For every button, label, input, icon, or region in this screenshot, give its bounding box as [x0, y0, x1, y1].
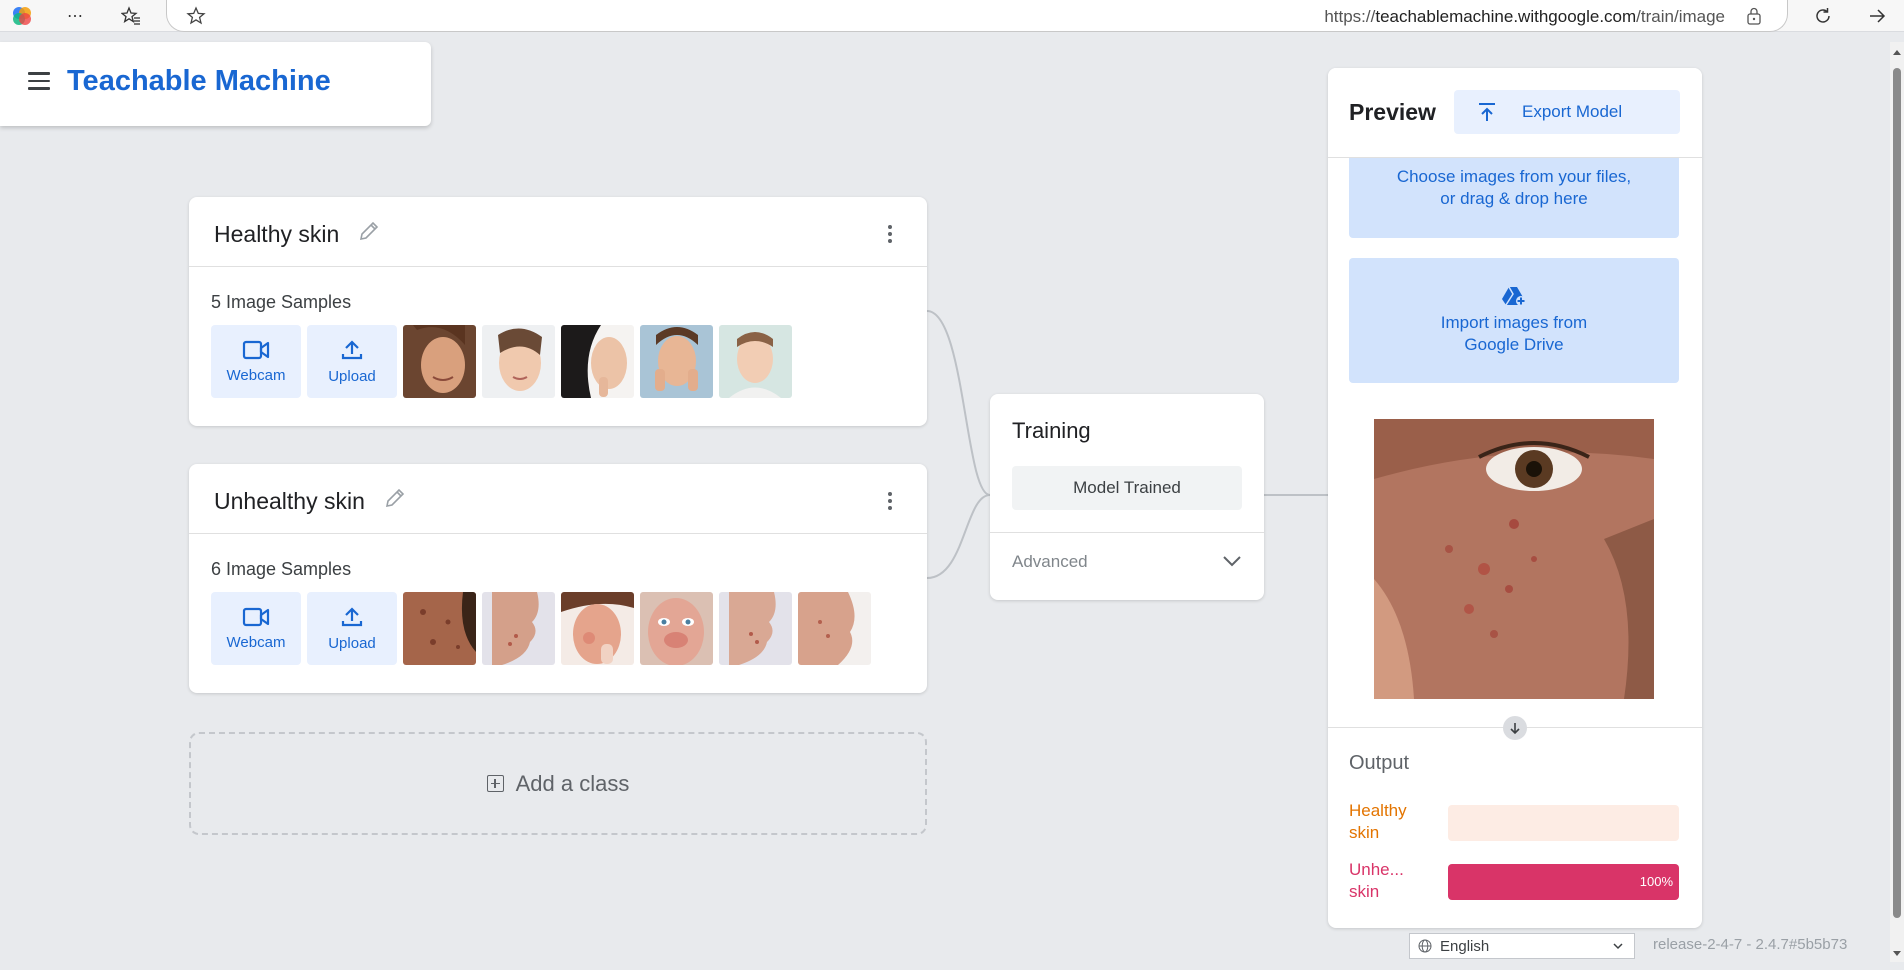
sample-thumbnail[interactable]: [561, 325, 634, 398]
sample-thumbnail[interactable]: [482, 592, 555, 665]
sample-thumbnail[interactable]: [561, 592, 634, 665]
menu-icon[interactable]: [28, 72, 50, 90]
model-trained-button[interactable]: Model Trained: [1012, 466, 1242, 510]
sample-thumbnail[interactable]: [403, 592, 476, 665]
export-model-button[interactable]: Export Model: [1454, 90, 1680, 134]
app-title[interactable]: Teachable Machine: [67, 65, 331, 98]
confidence-bar: 100%: [1448, 864, 1679, 900]
scroll-up-icon[interactable]: [1892, 48, 1902, 56]
preview-header: Preview Export Model: [1328, 68, 1702, 158]
lock-icon[interactable]: [1741, 3, 1767, 29]
sample-row: Webcam Upload: [211, 325, 792, 399]
sample-thumbnail[interactable]: [719, 325, 792, 398]
sample-count: 6 Image Samples: [211, 559, 352, 579]
drive-add-icon: [1502, 286, 1526, 306]
class-name[interactable]: Healthy skin: [214, 221, 339, 248]
copilot-icon[interactable]: [9, 3, 35, 29]
preview-panel: Choose images from your files, or drag &…: [1328, 68, 1702, 928]
page-scrollbar[interactable]: [1890, 42, 1904, 962]
class-card-healthy-skin: Healthy skin 5 Image Samples Webcam Uplo…: [189, 197, 927, 426]
favorites-icon[interactable]: [118, 3, 144, 29]
drop-zone-text-line2: or drag & drop here: [1440, 189, 1588, 208]
output-title: Output: [1349, 752, 1410, 774]
confidence-bar: [1448, 805, 1679, 841]
url-text: https://teachablemachine.withgoogle.com/…: [1324, 7, 1725, 26]
preview-title: Preview: [1349, 99, 1436, 125]
add-class-label: Add a class: [515, 770, 630, 796]
sample-thumbnail[interactable]: [798, 592, 871, 665]
class-card-header: Healthy skin: [189, 197, 927, 267]
training-title: Training: [1012, 418, 1091, 443]
sample-row: Webcam Upload: [211, 592, 871, 666]
drop-zone-text-line1: Choose images from your files,: [1396, 167, 1632, 186]
edit-pencil-icon[interactable]: [357, 219, 381, 243]
training-card: Training Model Trained Advanced: [990, 394, 1264, 600]
sample-count: 5 Image Samples: [211, 292, 352, 312]
class-card-unhealthy-skin: Unhealthy skin 6 Image Samples Webcam Up…: [189, 464, 927, 693]
sample-thumbnail[interactable]: [482, 325, 555, 398]
output-row-healthy: Healthy skin: [1349, 800, 1679, 850]
sample-thumbnail[interactable]: [640, 592, 713, 665]
language-value: English: [1440, 937, 1490, 955]
upload-label: Upload: [328, 368, 376, 385]
class-card-header: Unhealthy skin: [189, 464, 927, 534]
sample-thumbnail[interactable]: [719, 592, 792, 665]
upload-button[interactable]: Upload: [307, 592, 397, 665]
webcam-icon: [242, 340, 270, 360]
advanced-toggle[interactable]: Advanced: [1012, 552, 1088, 572]
chevron-down-icon: [1613, 943, 1623, 950]
sample-thumbnail[interactable]: [403, 325, 476, 398]
upload-button[interactable]: Upload: [307, 325, 397, 398]
upload-label: Upload: [328, 635, 376, 652]
scroll-down-icon[interactable]: [1892, 950, 1902, 958]
star-icon[interactable]: [183, 3, 209, 29]
refresh-icon[interactable]: [1810, 3, 1836, 29]
output-row-unhealthy: Unhe... skin 100%: [1349, 859, 1679, 909]
preview-image: [1374, 419, 1654, 699]
chevron-down-icon[interactable]: [1222, 554, 1242, 568]
more-icon[interactable]: ⋯: [62, 3, 88, 29]
export-label: Export Model: [1522, 102, 1623, 121]
confidence-percent: 100%: [1639, 874, 1673, 889]
arrow-down-icon: [1503, 716, 1527, 740]
webcam-label: Webcam: [226, 634, 286, 651]
scroll-thumb[interactable]: [1893, 68, 1901, 918]
more-vert-icon[interactable]: [887, 492, 893, 512]
upload-icon: [341, 340, 363, 360]
add-box-icon: [486, 775, 504, 792]
webcam-icon: [242, 607, 270, 627]
release-version: release-2-4-7 - 2.4.7#5b5b73: [1653, 936, 1848, 953]
webcam-button[interactable]: Webcam: [211, 325, 301, 398]
drive-text-line2: Google Drive: [1464, 334, 1564, 354]
divider: [990, 532, 1264, 533]
edit-pencil-icon[interactable]: [383, 486, 407, 510]
language-select[interactable]: English: [1409, 933, 1635, 959]
globe-icon: [1418, 939, 1432, 953]
sample-thumbnail[interactable]: [640, 325, 713, 398]
browser-toolbar: ⋯ https://teachablemachine.withgoogle.co…: [0, 0, 1904, 32]
google-drive-import[interactable]: Import images from Google Drive: [1349, 258, 1679, 383]
upload-icon: [341, 607, 363, 627]
forward-arrow-icon[interactable]: [1864, 3, 1890, 29]
webcam-button[interactable]: Webcam: [211, 592, 301, 665]
class-name[interactable]: Unhealthy skin: [214, 488, 365, 515]
export-icon: [1479, 103, 1495, 121]
more-vert-icon[interactable]: [887, 225, 893, 245]
address-bar[interactable]: https://teachablemachine.withgoogle.com/…: [166, 0, 1788, 32]
add-class-button[interactable]: Add a class: [189, 732, 927, 835]
app-header: Teachable Machine: [0, 42, 431, 126]
webcam-label: Webcam: [226, 367, 286, 384]
output-label: Unhe... skin: [1349, 860, 1404, 901]
drive-text-line1: Import images from: [1440, 312, 1588, 332]
output-label: Healthy skin: [1349, 801, 1407, 842]
